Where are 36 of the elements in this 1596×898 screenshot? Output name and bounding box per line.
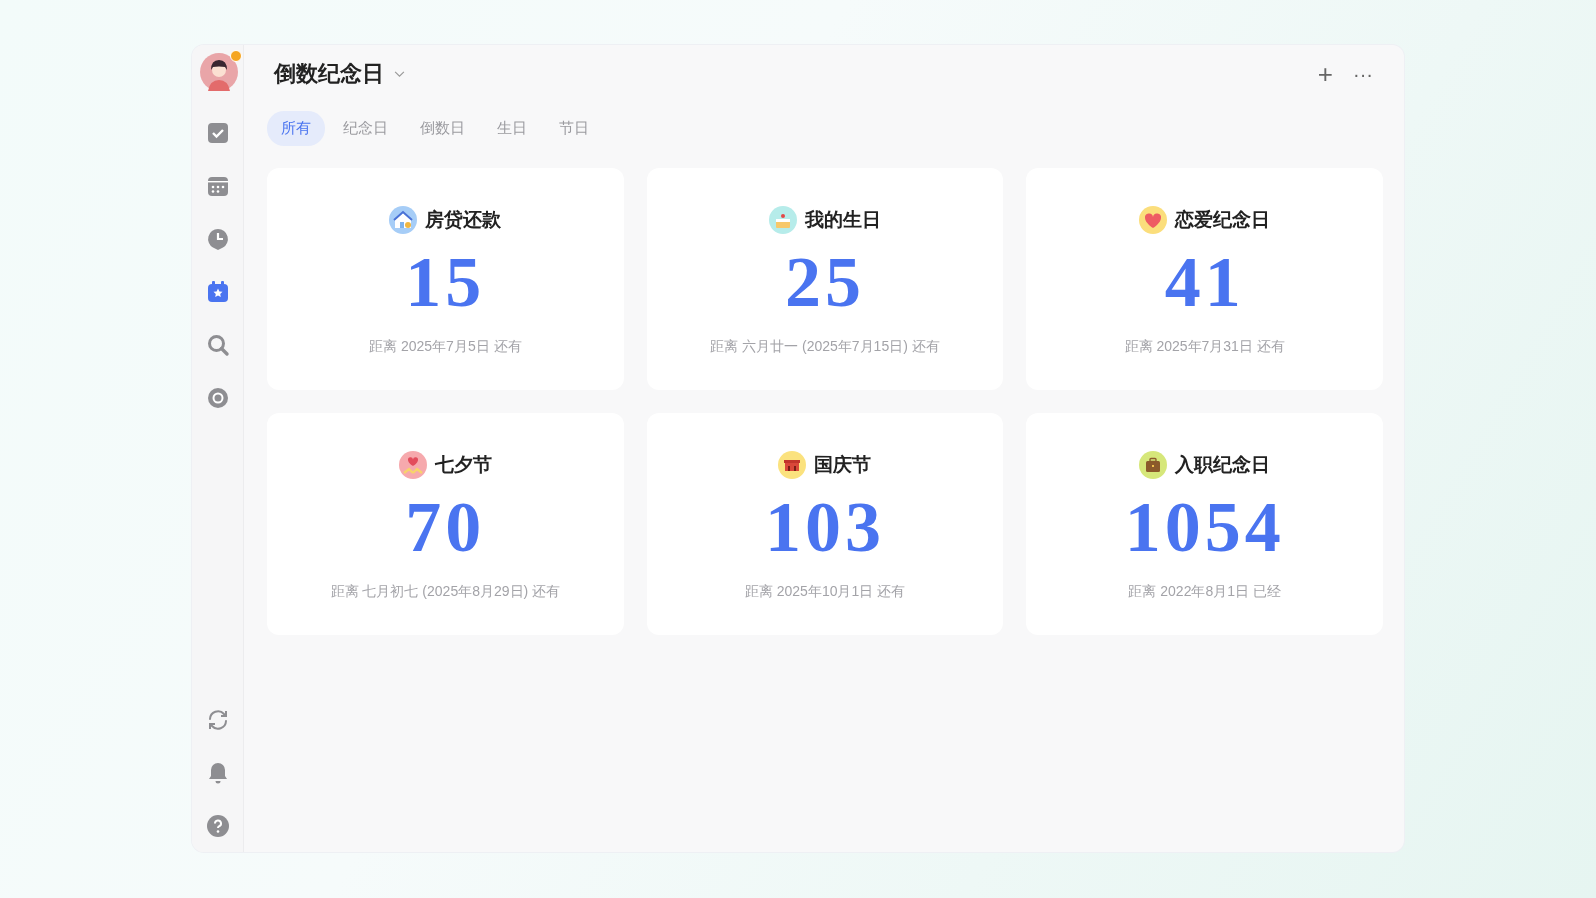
- countdown-card[interactable]: 入职纪念日 1054 距离 2022年8月1日 已经: [1026, 413, 1383, 635]
- event-date-caption: 距离 2025年7月31日 还有: [1124, 338, 1285, 356]
- event-date-caption: 距离 2025年10月1日 还有: [744, 583, 906, 601]
- days-count: 15: [405, 246, 486, 318]
- countdown-card[interactable]: 国庆节 103 距离 2025年10月1日 还有: [646, 413, 1004, 635]
- days-count: 103: [765, 491, 885, 563]
- title-dropdown[interactable]: 倒数纪念日: [267, 59, 405, 89]
- clock-icon[interactable]: [205, 227, 230, 251]
- help-icon[interactable]: [205, 814, 230, 838]
- calendar-icon[interactable]: [205, 174, 230, 198]
- add-button[interactable]: +: [1313, 56, 1337, 92]
- caret-icon: [394, 70, 405, 78]
- tasks-icon[interactable]: [205, 121, 230, 145]
- event-title: 国庆节: [814, 453, 872, 477]
- countdown-card[interactable]: 我的生日 25 距离 六月廿一 (2025年7月15日) 还有: [646, 168, 1004, 390]
- event-title: 恋爱纪念日: [1175, 208, 1271, 232]
- event-date-caption: 距离 七月初七 (2025年8月29日) 还有: [330, 583, 561, 601]
- target-icon[interactable]: [205, 386, 230, 410]
- event-date-caption: 距离 六月廿一 (2025年7月15日) 还有: [710, 338, 940, 356]
- filter-tab[interactable]: 所有: [267, 111, 325, 146]
- event-date-caption: 距离 2025年7月5日 还有: [369, 338, 522, 356]
- days-count: 25: [785, 246, 865, 318]
- event-title: 我的生日: [805, 208, 881, 232]
- countdown-card[interactable]: 恋爱纪念日 41 距离 2025年7月31日 还有: [1026, 168, 1383, 390]
- countdown-card[interactable]: 七夕节 70 距离 七月初七 (2025年8月29日) 还有: [267, 413, 624, 635]
- days-count: 41: [1164, 246, 1245, 318]
- countdown-card[interactable]: 房贷还款 15 距离 2025年7月5日 还有: [267, 168, 624, 390]
- more-button[interactable]: ···: [1349, 60, 1377, 88]
- event-title: 房贷还款: [425, 208, 502, 232]
- days-count: 1054: [1124, 491, 1285, 563]
- days-count: 70: [405, 491, 486, 563]
- event-date-caption: 距离 2022年8月1日 已经: [1128, 583, 1281, 601]
- star-calendar-icon[interactable]: [205, 280, 230, 304]
- search-icon[interactable]: [205, 333, 230, 357]
- event-title: 七夕节: [434, 453, 492, 477]
- event-title: 入职纪念日: [1175, 453, 1271, 477]
